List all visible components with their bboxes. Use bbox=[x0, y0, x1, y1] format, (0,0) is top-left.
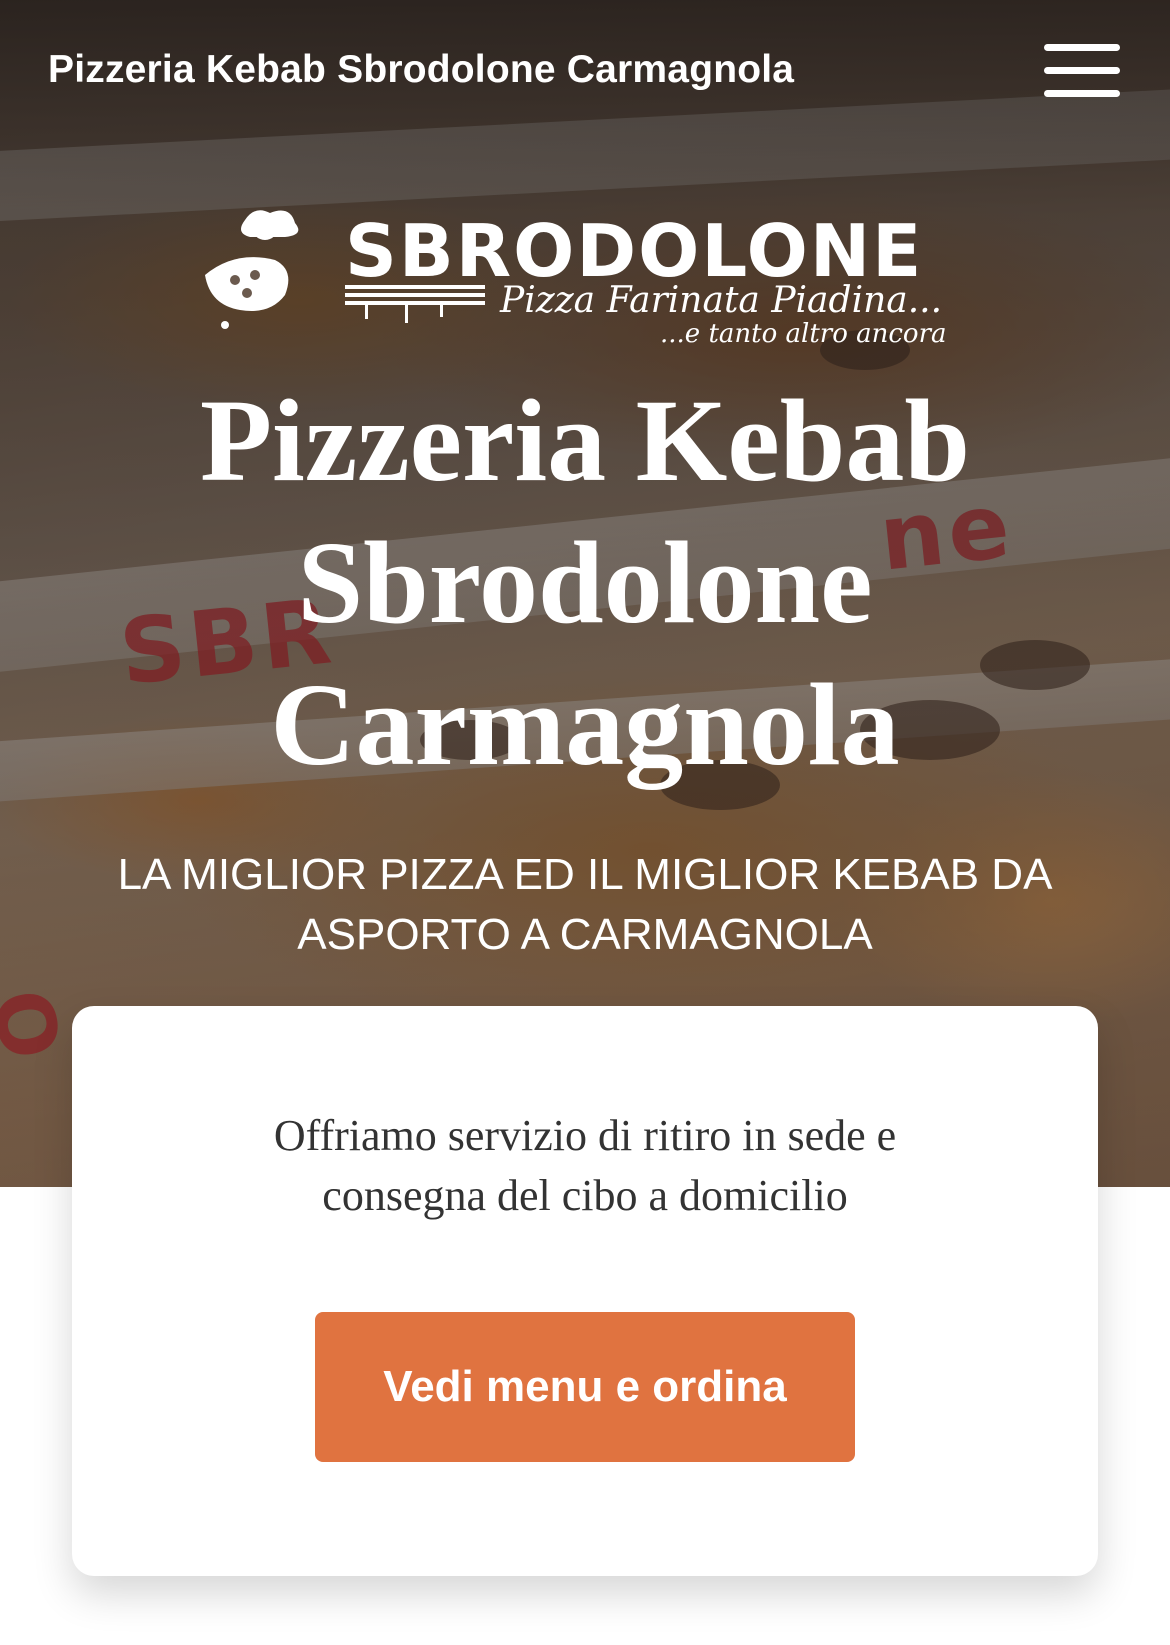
logo-wordmark: SBRODOLONE bbox=[345, 209, 924, 293]
logo-tagline: Pizza Farinata Piadina... bbox=[500, 280, 943, 321]
pizza-chef-icon bbox=[205, 210, 299, 329]
logo-tagline-secondary: ...e tanto altro ancora bbox=[660, 319, 947, 349]
hamburger-menu-icon[interactable] bbox=[1040, 44, 1120, 100]
brand-logo: SBRODOLONE Pizza Farinata Piadina... ...… bbox=[195, 205, 985, 355]
top-bar: Pizzeria Kebab Sbrodolone Carmagnola bbox=[0, 0, 1170, 150]
logo-stripes-icon bbox=[345, 285, 485, 323]
view-menu-order-button[interactable]: Vedi menu e ordina bbox=[315, 1312, 855, 1462]
info-card: Offriamo servizio di ritiro in sede e co… bbox=[72, 1006, 1098, 1576]
hero-subtitle: LA MIGLIOR PIZZA ED IL MIGLIOR KEBAB DA … bbox=[117, 850, 1053, 959]
page: SBR ne O Pizzeria Kebab Sbrodolone Carma… bbox=[0, 0, 1170, 1645]
service-description: Offriamo servizio di ritiro in sede e co… bbox=[273, 1111, 897, 1220]
site-title[interactable]: Pizzeria Kebab Sbrodolone Carmagnola bbox=[48, 48, 794, 92]
hero-title: Pizzeria Kebab Sbrodolone Carmagnola bbox=[199, 375, 971, 790]
